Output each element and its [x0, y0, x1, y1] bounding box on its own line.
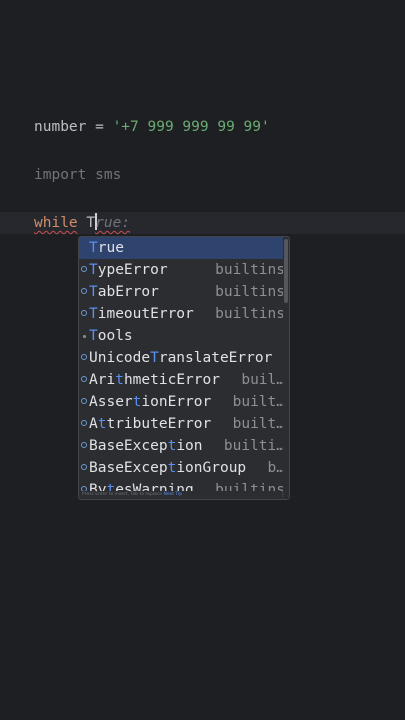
completion-item[interactable]: TabError builtins — [79, 281, 283, 303]
completion-item-name: TypeError — [89, 259, 168, 281]
completion-item[interactable]: AttributeError built… — [79, 413, 283, 435]
completion-name-rest: ools — [97, 328, 133, 344]
completion-name-rest: ionError — [141, 394, 212, 410]
completion-item-source: builtins — [215, 262, 283, 278]
completion-item-source: built… — [232, 394, 283, 410]
completion-name-rest: ranslateError — [158, 350, 273, 366]
class-icon — [81, 288, 87, 294]
class-icon — [81, 310, 87, 316]
completion-name-match: T — [89, 284, 98, 300]
completion-item[interactable]: BaseExceptionGroup b… — [79, 457, 283, 479]
completion-name-prefix: Unicode — [89, 350, 151, 366]
completion-name-match: T — [89, 328, 98, 344]
completion-item[interactable]: ArithmeticError buil… — [79, 369, 283, 391]
completion-name-rest: ionGroup — [176, 460, 247, 476]
completion-name-rest: imeoutError — [97, 306, 194, 322]
completion-item-name: TabError — [89, 281, 159, 303]
completion-item-name: True — [89, 237, 124, 259]
completion-name-prefix: Asser — [89, 394, 133, 410]
completion-name-prefix: A — [89, 416, 98, 432]
completion-item-source: buil… — [241, 372, 283, 388]
class-icon — [81, 266, 87, 272]
completion-name-rest: ypeError — [97, 262, 168, 278]
code-line-3[interactable]: while True: — [0, 212, 405, 234]
completion-name-prefix: Ari — [89, 372, 116, 388]
completion-name-rest: tributeError — [106, 416, 212, 432]
code-line-1[interactable]: number = '+7 999 999 99 99' — [34, 116, 270, 138]
module-icon — [83, 335, 86, 338]
completion-list[interactable]: True TypeError builtins TabError builtins Tim… — [79, 237, 283, 493]
completion-item-name: Tools — [89, 325, 133, 347]
code-typed-text: T — [86, 215, 96, 231]
completion-item-name: TimeoutError — [89, 303, 194, 325]
completion-name-rest: hmeticError — [123, 372, 220, 388]
completion-popup[interactable]: True TypeError builtins TabError builtins Tim… — [78, 236, 290, 500]
completion-item-source: builtins — [215, 284, 283, 300]
class-icon — [81, 354, 87, 360]
completion-item-name: BaseException — [89, 435, 203, 457]
completion-name-match: T — [89, 306, 98, 322]
next-tip-link[interactable]: Next Tip — [163, 492, 182, 497]
class-icon — [81, 376, 87, 382]
completion-item-source: b… — [267, 460, 283, 476]
completion-item-name: AttributeError — [89, 413, 211, 435]
completion-item[interactable]: Tools — [79, 325, 283, 347]
completion-item[interactable]: AssertionError built… — [79, 391, 283, 413]
completion-name-prefix: BaseExcep — [89, 438, 168, 454]
completion-name-match: T — [150, 350, 159, 366]
completion-name-match: t — [167, 438, 177, 454]
code-string-literal: '+7 999 999 99 99' — [112, 119, 270, 135]
completion-item-name: AssertionError — [89, 391, 211, 413]
completion-item[interactable]: TypeError builtins — [79, 259, 283, 281]
completion-name-rest: ion — [176, 438, 203, 454]
completion-item-name: UnicodeTranslateError — [89, 347, 272, 369]
completion-item[interactable]: TimeoutError builtins — [79, 303, 283, 325]
completion-item-name: BaseExceptionGroup — [89, 457, 246, 479]
completion-footer-hint: Press Enter to insert, Tab to replace — [82, 492, 163, 497]
inline-completion-ghost: rue: — [95, 215, 131, 231]
completion-scrollbar[interactable] — [284, 239, 288, 303]
completion-item-source: built… — [232, 416, 283, 432]
completion-name-rest: rue — [97, 240, 124, 256]
completion-name-match: T — [89, 240, 98, 256]
code-editor[interactable]: number = '+7 999 999 99 99' import sms w… — [0, 0, 405, 720]
completion-item-source: builti… — [223, 438, 283, 454]
completion-name-match: t — [115, 372, 124, 388]
class-icon — [81, 398, 87, 404]
completion-item[interactable]: BaseException builti… — [79, 435, 283, 457]
code-keyword-while: while — [34, 215, 78, 231]
completion-item-selected[interactable]: True — [79, 237, 283, 259]
more-options-icon[interactable]: ⋮ — [280, 491, 286, 499]
completion-name-match: t — [167, 460, 177, 476]
code-assignment: number = — [34, 119, 113, 135]
completion-item-source: builtins — [215, 306, 283, 322]
class-icon — [81, 442, 87, 448]
class-icon — [81, 464, 87, 470]
completion-name-prefix: BaseExcep — [89, 460, 168, 476]
completion-item-name: ArithmeticError — [89, 369, 220, 391]
completion-item[interactable]: UnicodeTranslateError — [79, 347, 283, 369]
completion-footer: Press Enter to insert, Tab to replace Ne… — [79, 491, 289, 499]
code-line-2[interactable]: import sms — [34, 164, 121, 186]
completion-name-rest: abError — [97, 284, 159, 300]
class-icon — [81, 420, 87, 426]
completion-name-match: T — [89, 262, 98, 278]
code-import-statement: import sms — [34, 167, 122, 183]
